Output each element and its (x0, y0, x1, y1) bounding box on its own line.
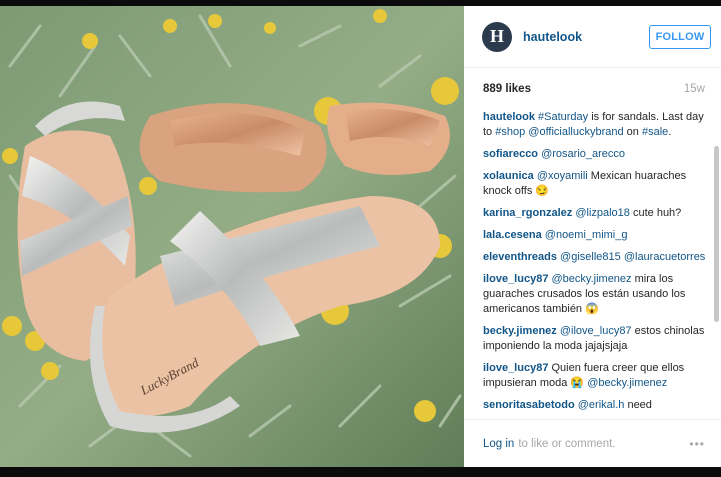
caption-text: . (668, 126, 672, 138)
mention-link[interactable]: @erikal.h (578, 399, 625, 411)
comment-user[interactable]: sofiarecco (483, 148, 538, 160)
mention-link[interactable]: @lizpalo18 (575, 207, 630, 219)
mention-link[interactable]: @noemi_mimi_g (545, 229, 628, 241)
post-age[interactable]: 15w (684, 83, 705, 95)
mention-link[interactable]: @xoyamili (537, 170, 588, 182)
caption-user[interactable]: hautelook (483, 111, 535, 123)
login-link[interactable]: Log in (483, 438, 514, 450)
hashtag-link[interactable]: #Saturday (538, 111, 588, 123)
comment-item: lala.cesena @noemi_mimi_g (483, 228, 711, 243)
follow-button[interactable]: FOLLOW (649, 24, 711, 49)
comment-user[interactable]: xolaunica (483, 170, 534, 182)
comment-item: senoritasabetodo @erikal.h need (483, 398, 711, 413)
mention-link[interactable]: @officialluckybrand (528, 126, 623, 138)
comment-item: xolaunica @xoyamili Mexican huaraches kn… (483, 169, 711, 199)
hashtag-link[interactable]: #sale (642, 126, 668, 138)
avatar[interactable]: H (482, 21, 512, 52)
comments-list[interactable]: hautelook #Saturday is for sandals. Last… (483, 110, 711, 413)
login-prompt-text: to like or comment. (518, 437, 616, 450)
comment-text: need (624, 399, 652, 411)
post-meta: 889 likes 15w (464, 68, 721, 110)
mention-link[interactable]: @ilove_lucy87 (560, 325, 632, 337)
comment-item: karina_rgonzalez @lizpalo18 cute huh? (483, 206, 711, 221)
comment-user[interactable]: becky.jimenez (483, 325, 557, 337)
more-options-icon[interactable]: ••• (689, 437, 705, 451)
comment-item: ilove_lucy87 @becky.jimenez mira los gua… (483, 272, 711, 317)
mention-link[interactable]: @giselle815 (560, 251, 621, 263)
post-footer: Log in to like or comment. ••• (464, 419, 721, 467)
sandals-photo: LuckyBrand (0, 6, 464, 467)
comment-user[interactable]: eleventhreads (483, 251, 557, 263)
comment-user[interactable]: ilove_lucy87 (483, 362, 548, 374)
mention-link[interactable]: @lauracuetorres (624, 251, 705, 263)
mention-link[interactable]: @becky.jimenez (552, 273, 632, 285)
post-username[interactable]: hautelook (523, 30, 649, 44)
comment-item: ilove_lucy87 Quien fuera creer que ellos… (483, 361, 711, 391)
comment-user[interactable]: ilove_lucy87 (483, 273, 548, 285)
hashtag-link[interactable]: #shop (495, 126, 525, 138)
comment-item: sofiarecco @rosario_arecco (483, 147, 711, 162)
mention-link[interactable]: @rosario_arecco (541, 148, 625, 160)
mention-link[interactable]: @becky.jimenez (587, 377, 667, 389)
comment-user[interactable]: karina_rgonzalez (483, 207, 572, 219)
likes-count[interactable]: 889 likes (483, 83, 531, 95)
comment-item: becky.jimenez @ilove_lucy87 estos chinol… (483, 324, 711, 354)
caption: hautelook #Saturday is for sandals. Last… (483, 110, 711, 140)
post-photo[interactable]: LuckyBrand (0, 6, 464, 467)
comments-scrollbar[interactable] (713, 110, 719, 413)
scrollbar-thumb[interactable] (714, 146, 719, 322)
caption-text: on (623, 126, 642, 138)
comment-item: eleventhreads @giselle815 @lauracuetorre… (483, 250, 711, 265)
comment-user[interactable]: lala.cesena (483, 229, 542, 241)
comment-text: cute huh? (629, 207, 682, 219)
comment-user[interactable]: senoritasabetodo (483, 399, 575, 411)
post-sidebar: H hautelook FOLLOW 889 likes 15w hautelo… (464, 6, 721, 467)
post-header: H hautelook FOLLOW (464, 6, 721, 68)
